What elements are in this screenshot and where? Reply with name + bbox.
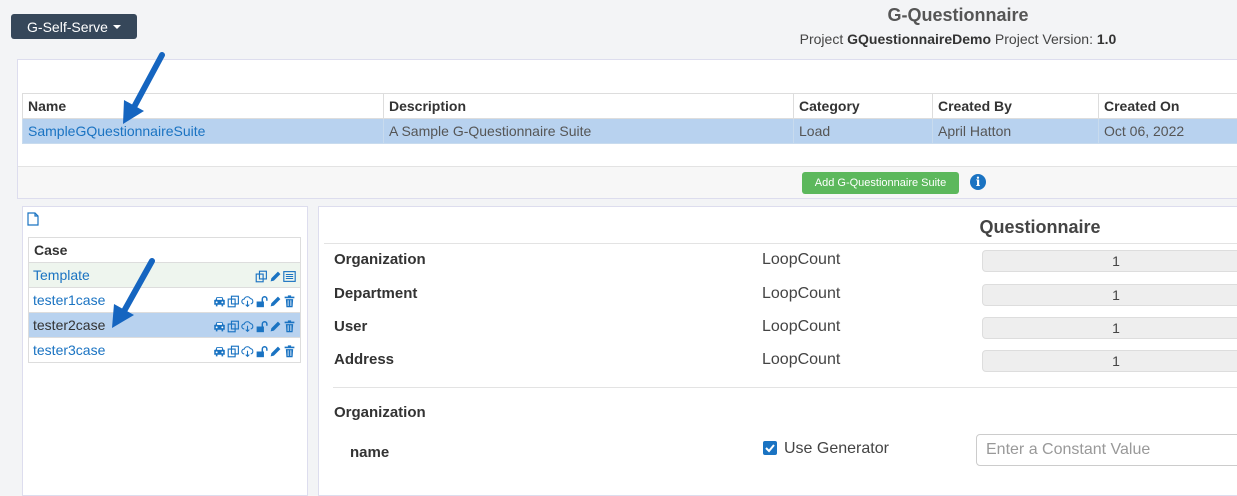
section-heading: Organization — [334, 404, 426, 421]
loopcount-field[interactable]: 1 — [982, 250, 1237, 272]
trash-icon[interactable] — [283, 345, 296, 358]
entity-label: Organization — [334, 251, 426, 268]
loopcount-label: LoopCount — [762, 351, 840, 369]
copy-icon[interactable] — [227, 320, 240, 333]
column-header-category[interactable]: Category — [794, 94, 933, 119]
trash-icon[interactable] — [283, 320, 296, 333]
divider — [324, 243, 1237, 244]
project-info: Project GQuestionnaireDemo Project Versi… — [740, 31, 1176, 47]
copy-icon[interactable] — [227, 345, 240, 358]
suite-footer — [18, 166, 1237, 198]
loopcount-field[interactable]: 1 — [982, 317, 1237, 339]
cloud-download-icon[interactable] — [241, 295, 254, 308]
case-column-header: Case — [29, 238, 301, 263]
loopcount-field[interactable]: 1 — [982, 284, 1237, 306]
project-prefix: Project — [800, 31, 844, 47]
constant-value-input[interactable] — [976, 434, 1237, 466]
questionnaire-row-address: Address LoopCount 1 — [334, 345, 1234, 375]
unlock-icon[interactable] — [255, 295, 268, 308]
info-icon[interactable]: i — [970, 174, 986, 190]
case-actions — [155, 288, 300, 313]
case-row-tester2[interactable]: tester2case — [29, 313, 301, 338]
annotation-arrow-icon — [108, 258, 158, 330]
questionnaire-row-user: User LoopCount 1 — [334, 312, 1234, 342]
case-row-template[interactable]: Template — [29, 263, 301, 288]
loopcount-label: LoopCount — [762, 285, 840, 303]
caret-down-icon — [113, 25, 121, 29]
suite-created-by: April Hatton — [933, 119, 1099, 144]
use-generator-label[interactable]: Use Generator — [784, 440, 889, 458]
column-header-description[interactable]: Description — [384, 94, 794, 119]
unlock-icon[interactable] — [255, 345, 268, 358]
case-actions — [155, 263, 300, 288]
questionnaire-row-department: Department LoopCount 1 — [334, 279, 1234, 309]
suite-description: A Sample G-Questionnaire Suite — [384, 119, 794, 144]
copy-icon[interactable] — [227, 295, 240, 308]
suite-table: Name Description Category Created By Cre… — [22, 93, 1237, 144]
suite-created-on: Oct 06, 2022 — [1099, 119, 1237, 144]
column-header-created-by[interactable]: Created By — [933, 94, 1099, 119]
copy-icon[interactable] — [255, 270, 268, 283]
list-icon[interactable] — [283, 270, 296, 283]
add-suite-button[interactable]: Add G-Questionnaire Suite — [802, 172, 959, 194]
app-title: G-Questionnaire — [820, 5, 1096, 26]
trash-icon[interactable] — [283, 295, 296, 308]
column-header-name[interactable]: Name — [23, 94, 384, 119]
column-header-created-on[interactable]: Created On — [1099, 94, 1237, 119]
edit-pencil-icon[interactable] — [269, 295, 282, 308]
new-file-icon[interactable] — [27, 212, 39, 226]
project-version: 1.0 — [1097, 31, 1116, 47]
case-actions — [155, 313, 300, 338]
entity-label: User — [334, 318, 367, 335]
g-self-serve-menu-button[interactable]: G-Self-Serve — [11, 14, 137, 39]
loopcount-field[interactable]: 1 — [982, 350, 1237, 372]
suite-row[interactable]: SampleGQuestionnaireSuite A Sample G-Que… — [23, 119, 1237, 144]
suite-name-link[interactable]: SampleGQuestionnaireSuite — [23, 119, 384, 144]
case-row-tester1[interactable]: tester1case — [29, 288, 301, 313]
unlock-icon[interactable] — [255, 320, 268, 333]
menu-label: G-Self-Serve — [27, 19, 108, 35]
edit-pencil-icon[interactable] — [269, 270, 282, 283]
questionnaire-title: Questionnaire — [960, 217, 1120, 238]
loopcount-label: LoopCount — [762, 251, 840, 269]
edit-pencil-icon[interactable] — [269, 320, 282, 333]
entity-label: Department — [334, 285, 417, 302]
car-icon[interactable] — [213, 320, 226, 333]
case-table: Case Template tester1case tester2case te… — [28, 237, 301, 363]
cloud-download-icon[interactable] — [241, 345, 254, 358]
project-name: GQuestionnaireDemo — [847, 31, 991, 47]
cloud-download-icon[interactable] — [241, 320, 254, 333]
checkmark-icon — [763, 441, 777, 455]
entity-label: Address — [334, 351, 394, 368]
annotation-arrow-icon — [118, 52, 168, 126]
questionnaire-row-organization: Organization LoopCount 1 — [334, 245, 1234, 275]
suite-category: Load — [794, 119, 933, 144]
use-generator-checkbox[interactable] — [763, 441, 777, 455]
case-row-tester3[interactable]: tester3case — [29, 338, 301, 363]
loopcount-label: LoopCount — [762, 318, 840, 336]
edit-pencil-icon[interactable] — [269, 345, 282, 358]
case-actions — [155, 338, 300, 363]
field-label: name — [350, 444, 389, 461]
version-prefix: Project Version: — [995, 31, 1093, 47]
car-icon[interactable] — [213, 295, 226, 308]
divider — [333, 387, 1237, 388]
case-name-link[interactable]: tester3case — [29, 338, 156, 363]
car-icon[interactable] — [213, 345, 226, 358]
